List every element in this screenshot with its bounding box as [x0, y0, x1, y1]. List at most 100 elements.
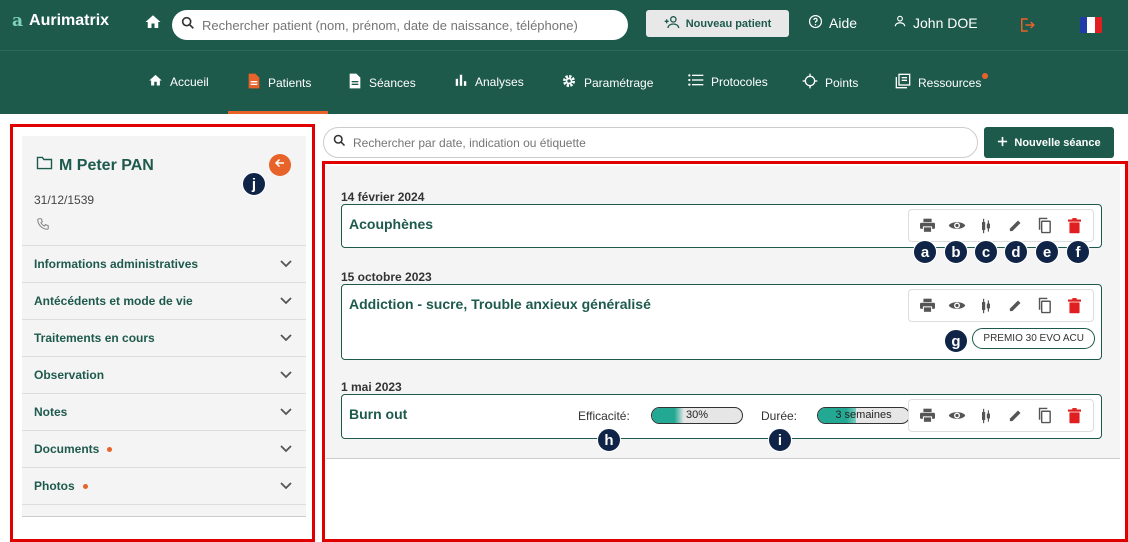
file-icon	[348, 73, 362, 92]
main-navigation: Accueil Patients Séances Analyses Paramé…	[0, 50, 1128, 114]
section-antecedents[interactable]: Antécédents et mode de vie	[22, 283, 306, 320]
section-informations-administratives[interactable]: Informations administratives	[22, 246, 306, 283]
nav-item-points[interactable]: Points	[802, 73, 858, 92]
nav-item-protocoles[interactable]: Protocoles	[688, 73, 768, 90]
duration-bar: 3 semaines	[817, 407, 910, 424]
efficacy-label: Efficacité:	[578, 409, 630, 423]
efficacy-value: 30%	[685, 409, 709, 421]
section-documents[interactable]: Documents	[22, 431, 306, 468]
plus-icon	[997, 136, 1008, 150]
candlestick-icon[interactable]	[975, 295, 997, 317]
logout-icon[interactable]	[1018, 16, 1036, 39]
french-flag-icon[interactable]	[1080, 17, 1102, 33]
section-label-wrap: Photos	[34, 479, 88, 493]
help-link[interactable]: Aide	[808, 14, 857, 32]
new-seance-button[interactable]: Nouvelle séance	[984, 127, 1114, 158]
section-photos[interactable]: Photos	[22, 468, 306, 505]
annotation-badge-a: a	[913, 240, 937, 264]
nav-item-patients[interactable]: Patients	[247, 73, 311, 92]
seance-tag[interactable]: PREMIO 30 EVO ACU	[972, 328, 1095, 349]
section-label: Observation	[34, 368, 105, 382]
edit-icon[interactable]	[1005, 215, 1027, 237]
chevron-down-icon	[280, 368, 292, 382]
seance-search-input[interactable]	[353, 135, 933, 150]
print-icon[interactable]	[917, 215, 939, 237]
copy-icon[interactable]	[1034, 405, 1056, 427]
crosshair-icon	[802, 73, 818, 92]
eye-icon[interactable]	[946, 295, 968, 317]
seance-actions	[908, 289, 1094, 322]
annotation-badge-f: f	[1066, 240, 1090, 264]
notification-dot	[107, 447, 113, 453]
list-icon	[688, 73, 704, 90]
chevron-down-icon	[280, 331, 292, 345]
notification-dot	[982, 72, 989, 79]
patient-search-bar[interactable]	[172, 10, 628, 40]
nav-label: Ressources	[918, 72, 989, 90]
duration-label: Durée:	[761, 409, 798, 423]
section-traitements[interactable]: Traitements en cours	[22, 320, 306, 357]
user-menu[interactable]: John DOE	[893, 14, 978, 31]
print-icon[interactable]	[917, 295, 939, 317]
section-notes[interactable]: Notes	[22, 394, 306, 431]
patient-name-text: M Peter PAN	[59, 156, 154, 174]
annotation-badge-h: h	[597, 428, 621, 452]
nav-label: Points	[825, 75, 859, 90]
annotation-badge-c: c	[974, 240, 998, 264]
nav-label: Analyses	[475, 74, 524, 89]
annotation-badge-g: g	[944, 329, 968, 353]
section-label: Notes	[34, 405, 68, 419]
search-icon	[332, 133, 347, 153]
candlestick-icon[interactable]	[975, 405, 997, 427]
print-icon[interactable]	[917, 405, 939, 427]
app-name: Aurimatrix	[29, 12, 110, 29]
section-observation[interactable]: Observation	[22, 357, 306, 394]
seance-date: 1 mai 2023	[341, 380, 402, 394]
nav-item-analyses[interactable]: Analyses	[454, 73, 524, 90]
seance-search-bar[interactable]	[323, 127, 978, 158]
copy-icon[interactable]	[1034, 215, 1056, 237]
section-label: Photos	[34, 479, 75, 493]
edit-icon[interactable]	[1005, 295, 1027, 317]
patient-panel: M Peter PAN 31/12/1539 Informations admi…	[22, 136, 306, 517]
copy-icon[interactable]	[1034, 295, 1056, 317]
document-icon	[247, 73, 261, 92]
top-bar: a Aurimatrix Nouveau patient Aide John D…	[0, 0, 1128, 50]
eye-icon[interactable]	[946, 215, 968, 237]
trash-icon[interactable]	[1063, 215, 1085, 237]
edit-icon[interactable]	[1005, 405, 1027, 427]
trash-icon[interactable]	[1063, 295, 1085, 317]
candlestick-icon[interactable]	[975, 215, 997, 237]
section-label: Antécédents et mode de vie	[34, 294, 193, 308]
home-icon	[148, 73, 163, 91]
phone-icon[interactable]	[36, 217, 50, 236]
help-label: Aide	[829, 15, 858, 31]
trash-icon[interactable]	[1063, 405, 1085, 427]
nav-label: Patients	[268, 75, 312, 90]
annotation-badge-d: d	[1004, 240, 1028, 264]
nav-item-parametrage[interactable]: Paramétrage	[561, 73, 653, 92]
arrow-left-icon	[274, 156, 286, 174]
annotation-badge-j: j	[242, 172, 266, 196]
nav-item-accueil[interactable]: Accueil	[148, 73, 209, 91]
nav-item-ressources[interactable]: Ressources	[895, 72, 989, 92]
collapse-panel-button[interactable]	[269, 154, 291, 176]
app-logo[interactable]: a Aurimatrix	[12, 11, 109, 31]
active-tab-indicator	[228, 111, 328, 114]
home-icon[interactable]	[144, 13, 162, 31]
duration-value: 3 semaines	[835, 409, 892, 421]
annotation-badge-e: e	[1035, 240, 1059, 264]
patient-search-input[interactable]	[202, 17, 602, 33]
logo-mark: a	[12, 11, 24, 31]
seance-title: Burn out	[349, 406, 408, 422]
eye-icon[interactable]	[946, 405, 968, 427]
search-icon	[180, 15, 196, 36]
seance-card[interactable]: Burn out Efficacité: 30% Durée: 3 semain…	[341, 394, 1102, 439]
section-label-wrap: Documents	[34, 442, 113, 456]
nav-label: Séances	[369, 75, 416, 90]
chevron-down-icon	[280, 294, 292, 308]
nav-item-seances[interactable]: Séances	[348, 73, 416, 92]
seance-card[interactable]: Addiction - sucre, Trouble anxieux génér…	[341, 284, 1102, 360]
nav-label: Accueil	[170, 75, 209, 89]
new-patient-button[interactable]: Nouveau patient	[646, 10, 789, 37]
